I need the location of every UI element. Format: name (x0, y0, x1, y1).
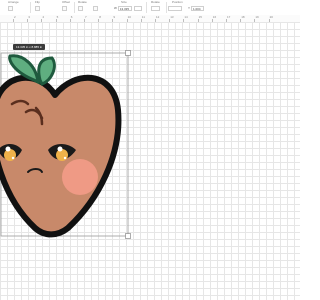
resize-handle[interactable] (125, 233, 131, 239)
cheek-blush (62, 159, 98, 195)
rotate-handle[interactable] (125, 50, 131, 56)
leaf-right (37, 56, 56, 86)
size-tooltip: 13.335 in x 8.885 in (13, 44, 46, 50)
